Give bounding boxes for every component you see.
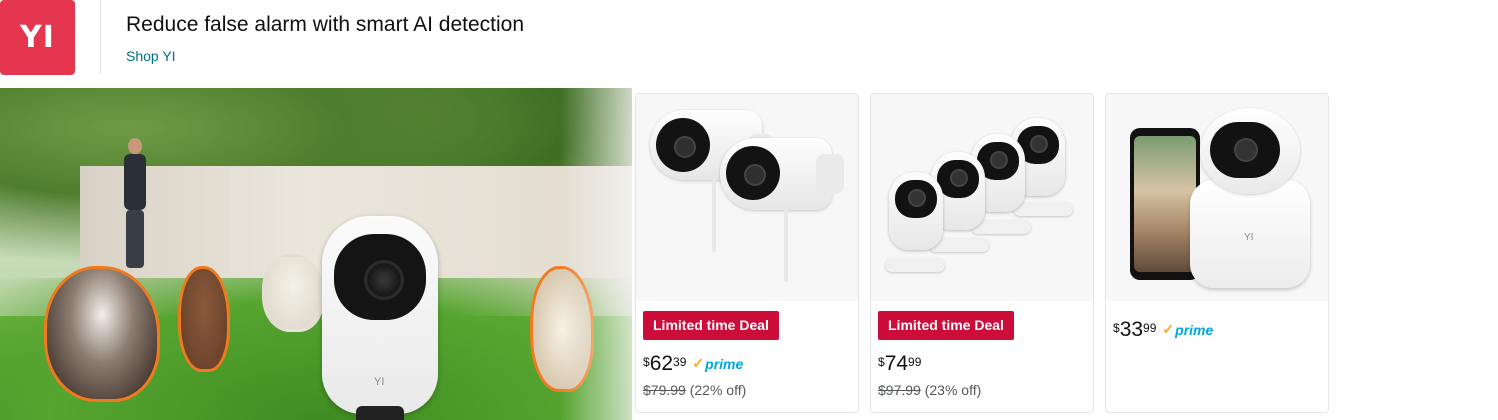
dog-3	[262, 254, 324, 332]
product-image-3[interactable]: YI	[1106, 94, 1328, 301]
detected-dog-2	[178, 266, 230, 372]
product-price: $ 62 39 ✓ prime	[643, 352, 744, 375]
camera-stand-icon	[885, 258, 945, 272]
product-card-3[interactable]: YI $ 33 99 ✓ prime	[1105, 93, 1329, 413]
list-price: $97.99 (23% off)	[878, 382, 982, 398]
hero-camera: YI	[322, 216, 438, 414]
hero-person	[118, 138, 152, 268]
product-card-2[interactable]: Limited time Deal $ 74 99 $97.99 (23% of…	[870, 93, 1094, 413]
header-divider	[100, 0, 101, 74]
product-image-1[interactable]	[636, 94, 858, 301]
deal-badge: Limited time Deal	[878, 311, 1014, 340]
antenna-icon	[784, 206, 788, 282]
product-image-2[interactable]	[871, 94, 1093, 301]
product-mark: YI	[1244, 232, 1254, 243]
brand-logo[interactable]: YI	[0, 0, 75, 75]
prime-badge: ✓ prime	[692, 355, 744, 372]
camera-lens-icon	[1234, 138, 1258, 162]
camera-mount-icon	[816, 154, 844, 194]
camera-lens-icon	[364, 260, 404, 300]
hero-fade-edge	[560, 88, 640, 420]
prime-check-icon: ✓	[692, 355, 705, 371]
brand-logo-text: YI	[20, 20, 55, 55]
product-card-1[interactable]: Limited time Deal $ 62 39 ✓ prime $79.99…	[635, 93, 859, 413]
shop-brand-link[interactable]: Shop YI	[126, 48, 176, 64]
prime-check-icon: ✓	[1162, 321, 1175, 337]
list-price: $79.99 (22% off)	[643, 382, 747, 398]
sponsored-brand-header: YI Reduce false alarm with smart AI dete…	[0, 0, 1498, 88]
prime-badge: ✓ prime	[1162, 321, 1214, 338]
hero-camera-face	[334, 234, 426, 320]
hero-camera-stand	[356, 406, 404, 420]
detected-dog-1	[44, 266, 160, 402]
brand-hero-image[interactable]: YI	[0, 88, 640, 420]
hero-camera-mark: YI	[374, 376, 385, 388]
deal-badge: Limited time Deal	[643, 311, 779, 340]
product-price: $ 74 99	[878, 352, 922, 375]
indoor-camera-icon	[889, 172, 943, 250]
camera-stand-icon	[1013, 202, 1073, 216]
brand-headline[interactable]: Reduce false alarm with smart AI detecti…	[126, 13, 524, 37]
antenna-icon	[712, 178, 716, 252]
product-price: $ 33 99 ✓ prime	[1113, 318, 1214, 341]
